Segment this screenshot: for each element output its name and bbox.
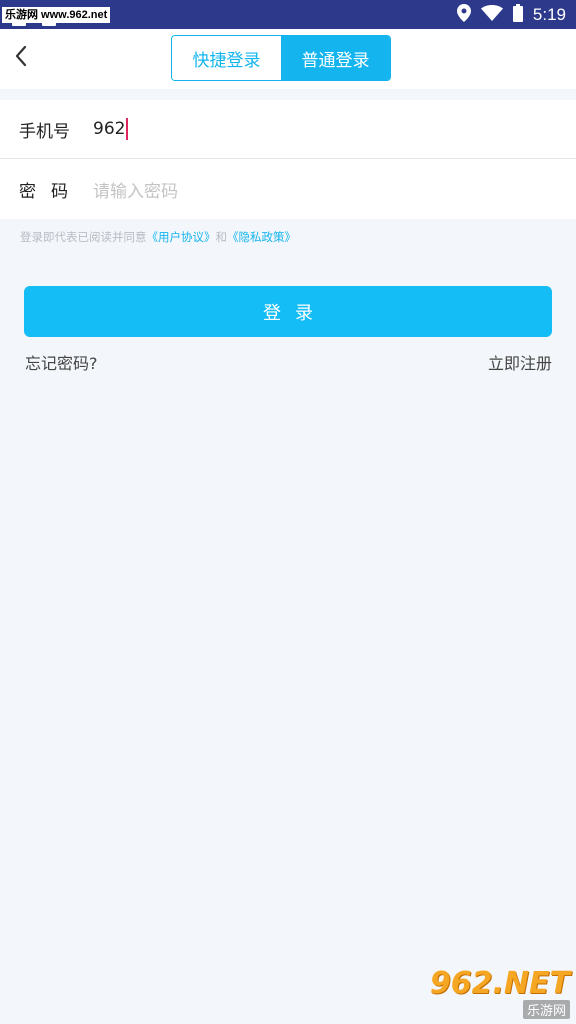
phone-input[interactable]: 962 bbox=[93, 118, 129, 140]
phone-row: 手机号 962 bbox=[0, 100, 576, 159]
location-icon bbox=[456, 3, 471, 26]
login-mode-tabs: 快捷登录 普通登录 bbox=[171, 35, 391, 81]
chevron-left-icon bbox=[14, 45, 28, 71]
notification-icon bbox=[42, 22, 56, 26]
watermark-top: 乐游网 www.962.net bbox=[2, 6, 111, 23]
status-time: 5:19 bbox=[532, 4, 566, 24]
text-caret bbox=[126, 118, 129, 140]
battery-icon bbox=[512, 3, 523, 26]
agreement-text: 登录即代表已阅读并同意《用户协议》和《隐私政策》 bbox=[20, 229, 296, 245]
status-icons: 5:19 bbox=[456, 3, 566, 26]
back-button[interactable] bbox=[6, 43, 36, 73]
password-input[interactable]: 请输入密码 bbox=[93, 177, 178, 202]
forgot-password-link[interactable]: 忘记密码? bbox=[25, 350, 98, 374]
password-row: 密码 请输入密码 bbox=[0, 160, 576, 219]
agreement-and: 和 bbox=[215, 230, 228, 244]
privacy-policy-link[interactable]: 《隐私政策》 bbox=[227, 230, 296, 244]
phone-label: 手机号 bbox=[19, 121, 70, 142]
notification-icon bbox=[12, 22, 26, 26]
wifi-icon bbox=[480, 4, 503, 25]
watermark-number: 962.NET bbox=[429, 965, 570, 1001]
user-agreement-link[interactable]: 《用户协议》 bbox=[147, 230, 216, 244]
phone-value: 962 bbox=[93, 119, 126, 139]
tab-normal-login[interactable]: 普通登录 bbox=[281, 36, 390, 80]
status-bar: 乐游网 www.962.net 5:19 bbox=[0, 0, 576, 29]
header: 快捷登录 普通登录 bbox=[0, 29, 576, 89]
watermark-sub: 乐游网 bbox=[522, 999, 570, 1019]
login-button[interactable]: 登录 bbox=[24, 286, 552, 337]
password-label: 密码 bbox=[19, 182, 83, 202]
password-placeholder: 请输入密码 bbox=[93, 182, 178, 202]
login-form: 手机号 962 密码 请输入密码 bbox=[0, 100, 576, 219]
register-link[interactable]: 立即注册 bbox=[488, 350, 552, 374]
agreement-prefix: 登录即代表已阅读并同意 bbox=[20, 230, 147, 244]
tab-quick-login[interactable]: 快捷登录 bbox=[172, 36, 281, 80]
watermark-bottom: 962.NET 乐游网 bbox=[430, 968, 570, 1019]
